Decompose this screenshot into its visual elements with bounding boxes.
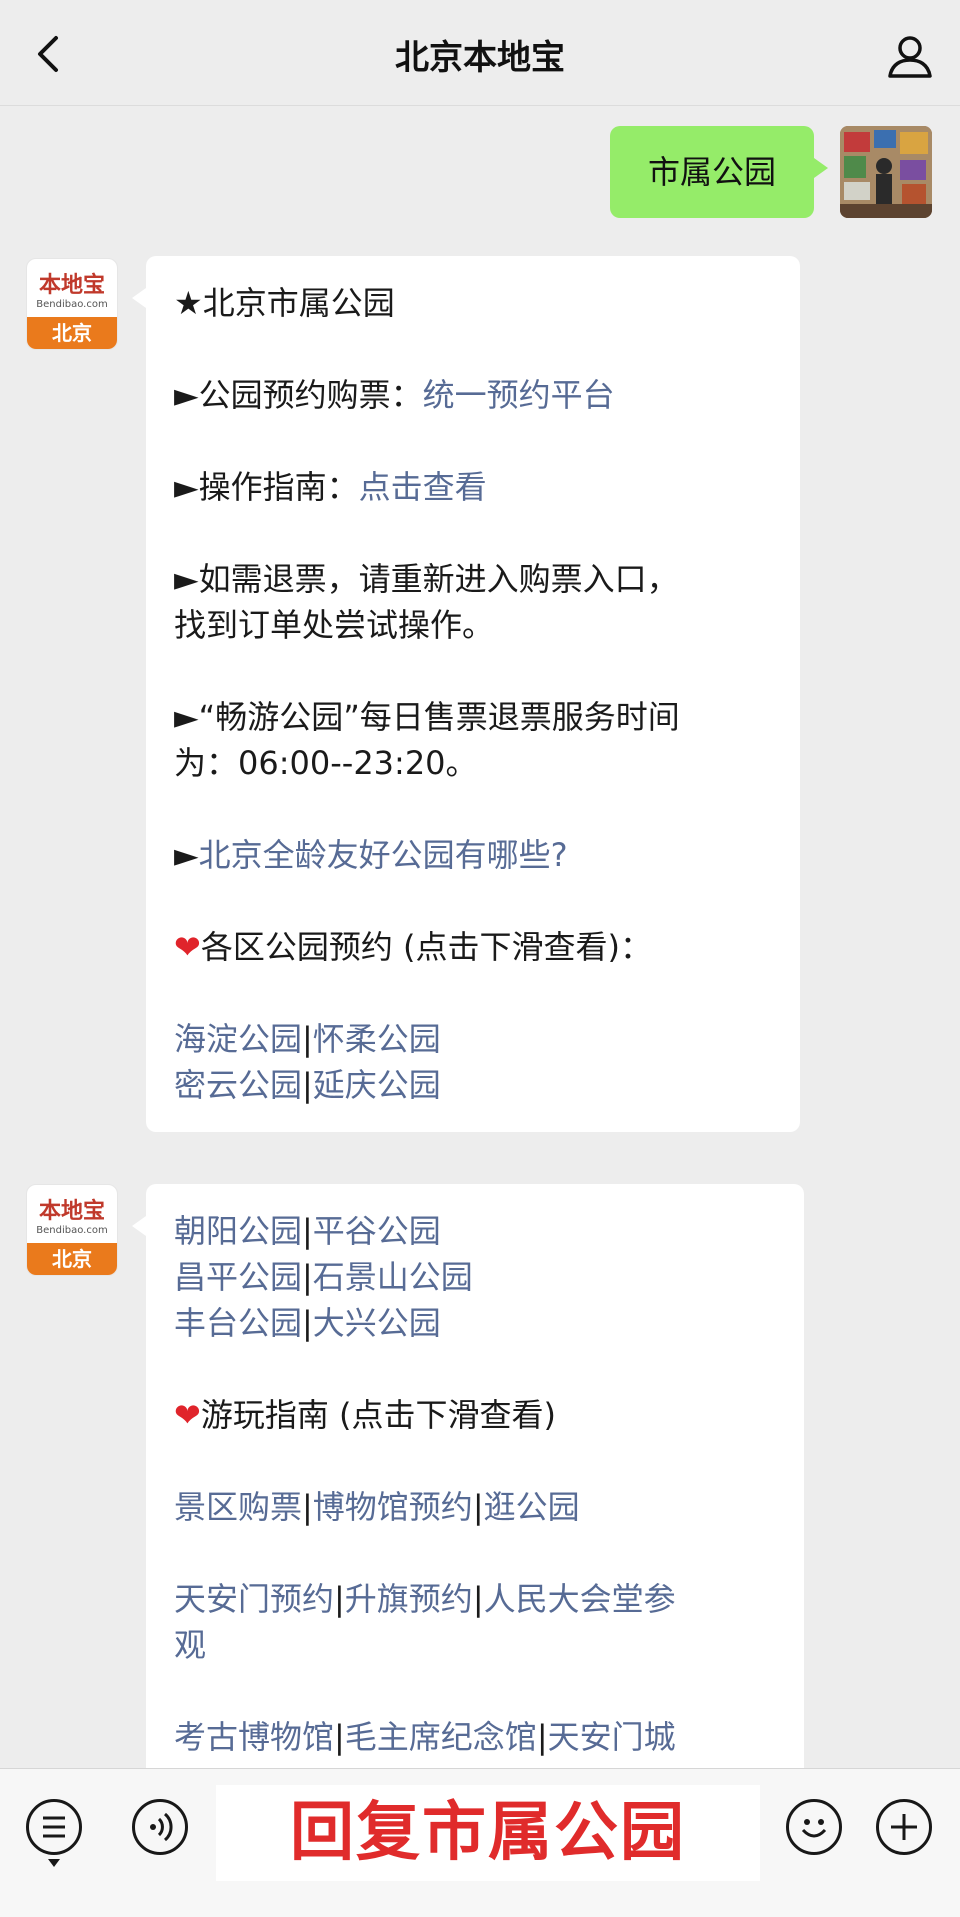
- menu-button[interactable]: [26, 1799, 82, 1855]
- guide-link[interactable]: 天安门预约: [174, 1580, 334, 1618]
- logo-text: 本地宝: [38, 272, 105, 298]
- guide-link[interactable]: 逛公园: [484, 1488, 580, 1526]
- guide-links-row: 考古博物馆|毛主席纪念馆|天安门城: [174, 1718, 676, 1756]
- logo-city: 北京: [27, 317, 117, 349]
- message-title: ★北京市属公园: [174, 284, 395, 322]
- voice-button[interactable]: [132, 1799, 188, 1855]
- bot-avatar[interactable]: 本地宝 Bendibao.com 北京: [26, 1184, 118, 1276]
- plus-icon: [891, 1814, 917, 1840]
- user-avatar-image: [840, 126, 932, 218]
- booking-platform-link[interactable]: 统一预约平台: [423, 376, 615, 414]
- guide-link[interactable]: 天安门城: [548, 1718, 676, 1756]
- guide-links-row: 天安门预约|升旗预约|人民大会堂参 观: [174, 1576, 780, 1668]
- guide-link[interactable]: 景区购票: [174, 1488, 302, 1526]
- heart-icon: ❤: [174, 928, 201, 966]
- add-button[interactable]: [876, 1799, 932, 1855]
- page-title: 北京本地宝: [395, 38, 565, 78]
- reply-keyword-input[interactable]: 回复市属公园: [216, 1785, 760, 1881]
- district-heading: ❤各区公园预约 (点击下滑查看)：: [174, 928, 652, 966]
- friendly-parks-link[interactable]: 北京全龄友好公园有哪些?: [199, 836, 568, 874]
- park-link[interactable]: 平谷公园: [313, 1212, 441, 1250]
- logo-city: 北京: [27, 1243, 117, 1275]
- park-link[interactable]: 丰台公园: [174, 1304, 302, 1342]
- park-link[interactable]: 密云公园: [174, 1066, 302, 1104]
- guide-links-row: 景区购票|博物馆预约|逛公园: [174, 1488, 580, 1526]
- incoming-message-bubble: ★北京市属公园 ►公园预约购票：统一预约平台 ►操作指南：点击查看 ►如需退票，…: [132, 256, 800, 1132]
- park-link[interactable]: 怀柔公园: [313, 1020, 441, 1058]
- profile-icon[interactable]: [884, 30, 936, 82]
- user-avatar[interactable]: [840, 126, 932, 218]
- district-links: 海淀公园|怀柔公园 密云公园|延庆公园: [174, 1020, 441, 1104]
- smiley-icon: [801, 1819, 827, 1838]
- park-link[interactable]: 昌平公园: [174, 1258, 302, 1296]
- guide-link[interactable]: 毛主席纪念馆: [345, 1718, 537, 1756]
- refund-text: ►如需退票，请重新进入购票入口， 找到订单处尝试操作。: [174, 560, 679, 644]
- district-links: 朝阳公园|平谷公园 昌平公园|石景山公园 丰台公园|大兴公园: [174, 1212, 473, 1342]
- guide-link[interactable]: 点击查看: [359, 468, 487, 506]
- menu-list-icon: [43, 1816, 65, 1838]
- booking-line: ►公园预约购票：统一预约平台: [174, 376, 615, 414]
- guide-link-continued[interactable]: 观: [174, 1622, 780, 1668]
- guide-link[interactable]: 人民大会堂参: [484, 1580, 676, 1618]
- park-link[interactable]: 大兴公园: [313, 1304, 441, 1342]
- service-hours-text: ►“畅游公园”每日售票退票服务时间 为：06:00--23:20。: [174, 698, 680, 782]
- park-link[interactable]: 海淀公园: [174, 1020, 302, 1058]
- guide-link[interactable]: 考古博物馆: [174, 1718, 334, 1756]
- guide-link[interactable]: 升旗预约: [345, 1580, 473, 1618]
- logo-text: 本地宝: [38, 1198, 105, 1224]
- bottom-input-bar: 回复市属公园: [0, 1768, 960, 1917]
- bot-avatar[interactable]: 本地宝 Bendibao.com 北京: [26, 258, 118, 350]
- logo-domain: Bendibao.com: [36, 1225, 108, 1236]
- emoji-button[interactable]: [786, 1799, 842, 1855]
- heart-icon: ❤: [174, 1396, 201, 1434]
- caret-down-icon: [48, 1859, 60, 1867]
- park-link[interactable]: 延庆公园: [313, 1066, 441, 1104]
- voice-icon: [150, 1812, 173, 1842]
- guide-heading: ❤游玩指南 (点击下滑查看): [174, 1396, 556, 1434]
- nav-header: 北京本地宝: [0, 0, 960, 106]
- guide-line: ►操作指南：点击查看: [174, 468, 487, 506]
- park-link[interactable]: 朝阳公园: [174, 1212, 302, 1250]
- park-link[interactable]: 石景山公园: [313, 1258, 473, 1296]
- outgoing-message-text: 市属公园: [647, 153, 776, 191]
- outgoing-message-bubble[interactable]: 市属公园: [610, 126, 828, 218]
- logo-domain: Bendibao.com: [36, 299, 108, 310]
- guide-link[interactable]: 博物馆预约: [313, 1488, 473, 1526]
- incoming-message-bubble: 朝阳公园|平谷公园 昌平公园|石景山公园 丰台公园|大兴公园 ❤游玩指南 (点击…: [132, 1184, 804, 1784]
- friendly-parks-line: ►北京全龄友好公园有哪些?: [174, 836, 568, 874]
